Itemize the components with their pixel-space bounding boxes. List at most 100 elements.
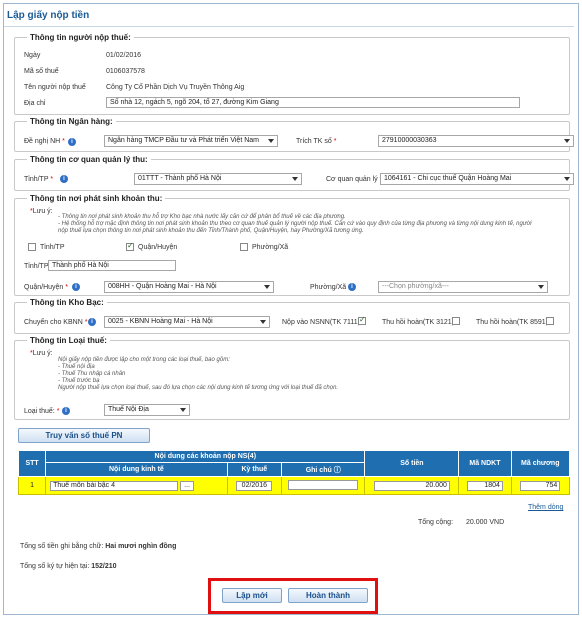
- info-icon[interactable]: i: [348, 283, 356, 291]
- province-select[interactable]: 01TTT - Thành phố Hà Nội: [134, 173, 302, 185]
- chapter-field[interactable]: 754: [520, 480, 561, 491]
- title-divider: [4, 26, 574, 27]
- transfer-label: Chuyển cho KBNN *: [24, 319, 87, 326]
- content-field[interactable]: Thuế môn bài bậc 4: [50, 480, 179, 491]
- district-checkbox-label: Quận/Huyện: [138, 244, 178, 251]
- account-select-value: 27910000030363: [382, 137, 437, 144]
- info-icon[interactable]: i: [68, 138, 76, 146]
- col-note-header-text: Ghi chú: [305, 466, 332, 474]
- row-amount-cell: 20.000: [364, 476, 460, 495]
- period-field[interactable]: 02/2016: [236, 480, 273, 491]
- nsnn-label: Nộp vào NSNN(TK 7111):: [282, 319, 362, 326]
- col-note-header: Ghi chú ⓘ: [280, 462, 366, 477]
- taxtype-select[interactable]: Thuế Nội Địa: [104, 404, 190, 416]
- ndkt-field[interactable]: 1804: [466, 480, 503, 491]
- origin-district-label-text: Quận/Huyện: [24, 284, 64, 291]
- address-field[interactable]: Số nhà 12, ngách 5, ngõ 204, tổ 27, đườn…: [106, 97, 520, 108]
- origin-note-line: nộp thuế lựa chọn thông tin nơi phát sin…: [58, 228, 364, 234]
- required-mark: *: [333, 138, 337, 145]
- province-label-text: Tỉnh/TP: [24, 176, 49, 183]
- taxtype-note-line: - Thuế Thu nhập cá nhân: [58, 371, 126, 377]
- taxtype-label-text: Loại thuế:: [24, 408, 55, 415]
- row-chapter-cell: 754: [510, 476, 571, 495]
- treasury-legend: Thông tin Kho Bạc:: [30, 298, 104, 307]
- nsnn-checkbox[interactable]: [358, 315, 366, 325]
- treasury-select-value: 0025 - KBNN Hoàng Mai - Hà Nội: [108, 318, 213, 325]
- info-icon[interactable]: i: [60, 175, 68, 183]
- transfer-label-text: Chuyển cho KBNN: [24, 319, 83, 326]
- taxtype-note-title-text: Lưu ý:: [32, 350, 53, 357]
- char-count-label: Tổng số ký tự hiện tại:: [20, 563, 90, 570]
- date-label: Ngày: [24, 52, 41, 59]
- help-icon[interactable]: ⓘ: [334, 467, 341, 474]
- district-select[interactable]: 008HH - Quận Hoàng Mai - Hà Nội: [104, 281, 274, 293]
- taxtype-note-title: *Lưu ý:: [30, 350, 53, 357]
- chevron-down-icon: [264, 285, 270, 289]
- total-value: 20.000 VND: [466, 519, 505, 526]
- tax-code-value: 0106037578: [106, 68, 145, 75]
- bank-legend: Thông tin Ngân hàng:: [30, 117, 113, 126]
- amount-words: Tổng số tiền ghi bằng chữ: Hai mươi nghì…: [20, 543, 176, 550]
- taxtype-note-line: - Thuế nội địa: [58, 364, 95, 370]
- chevron-down-icon: [538, 285, 544, 289]
- ward-select[interactable]: ---Chọn phường/xã---: [378, 281, 548, 293]
- finish-button[interactable]: Hoàn thành: [288, 588, 368, 603]
- origin-note-title: *Lưu ý:: [30, 208, 53, 215]
- address-label: Địa chỉ: [24, 100, 46, 107]
- refund1-checkbox[interactable]: [452, 317, 460, 325]
- origin-note-line: - Hệ thống hỗ trợ mặc định thông tin nơi…: [58, 221, 532, 227]
- amount-field[interactable]: 20.000: [373, 480, 450, 491]
- required-mark: *: [65, 284, 68, 291]
- new-button[interactable]: Lập mới: [222, 588, 282, 603]
- row-period-cell: 02/2016: [226, 476, 282, 495]
- account-label-text: Trích TK số: [296, 138, 332, 145]
- request-bank-label: Đề nghị NH *: [24, 138, 65, 145]
- taxtype-note-line: Người nộp thuế lựa chọn loại thuế, sau đ…: [58, 385, 339, 391]
- add-row-link[interactable]: Thêm dòng: [528, 504, 563, 511]
- info-icon[interactable]: i: [72, 283, 80, 291]
- refund2-checkbox[interactable]: [546, 317, 554, 325]
- agency-select-value: 1064161 - Chi cục thuế Quận Hoàng Mai: [384, 175, 512, 182]
- bank-select[interactable]: Ngân hàng TMCP Đầu tư và Phát triển Việt…: [104, 135, 278, 147]
- note-field[interactable]: [288, 479, 359, 490]
- info-icon[interactable]: i: [88, 318, 96, 326]
- taxtype-legend: Thông tin Loại thuế:: [30, 336, 107, 345]
- origin-province-field[interactable]: Thành phố Hà Nội: [48, 260, 176, 271]
- taxtype-note-line: - Thuế trước bạ: [58, 378, 100, 384]
- province-label: Tỉnh/TP *: [24, 176, 53, 183]
- province-checkbox[interactable]: [28, 243, 36, 251]
- page-title: Lập giấy nộp tiền: [7, 10, 90, 21]
- required-mark: *: [62, 138, 65, 145]
- char-count: Tổng số ký tự hiện tại: 152/210: [20, 563, 117, 570]
- info-icon[interactable]: i: [62, 407, 70, 415]
- agency-select[interactable]: 1064161 - Chi cục thuế Quận Hoàng Mai: [380, 173, 574, 185]
- taxtype-select-value: Thuế Nội Địa: [108, 406, 149, 413]
- taxtype-label: Loại thuế: *: [24, 408, 59, 415]
- district-checkbox[interactable]: [126, 241, 134, 251]
- origin-district-label: Quận/Huyện *: [24, 284, 68, 291]
- account-label: Trích TK số *: [296, 138, 336, 145]
- chevron-down-icon: [564, 139, 570, 143]
- browse-button[interactable]: ...: [180, 480, 195, 491]
- query-tax-button[interactable]: Truy vấn số thuế PN: [18, 428, 150, 443]
- col-chapter-header: Mã chương: [510, 450, 571, 477]
- origin-province-label: Tỉnh/TP:: [24, 263, 51, 270]
- account-select[interactable]: 27910000030363: [378, 135, 574, 147]
- row-stt: 1: [17, 476, 47, 495]
- required-mark: *: [84, 319, 88, 326]
- request-bank-label-text: Đề nghị NH: [24, 138, 61, 145]
- ward-checkbox[interactable]: [240, 243, 248, 251]
- row-note-cell: [280, 476, 366, 495]
- chevron-down-icon: [180, 408, 186, 412]
- col-stt-header: STT: [17, 450, 47, 477]
- taxpayer-legend: Thông tin người nộp thuế:: [30, 33, 131, 42]
- group-header: Nội dung các khoản nộp NS(4): [45, 450, 366, 463]
- required-mark: *: [56, 408, 60, 415]
- agency-legend: Thông tin cơ quan quản lý thu:: [30, 155, 148, 164]
- required-mark: *: [50, 176, 54, 183]
- char-count-value: 152/210: [91, 563, 117, 570]
- tax-code-label: Mã số thuế: [24, 68, 59, 75]
- col-amount-header: Số tiền: [364, 450, 460, 477]
- treasury-select[interactable]: 0025 - KBNN Hoàng Mai - Hà Nội: [104, 316, 270, 328]
- chevron-down-icon: [292, 177, 298, 181]
